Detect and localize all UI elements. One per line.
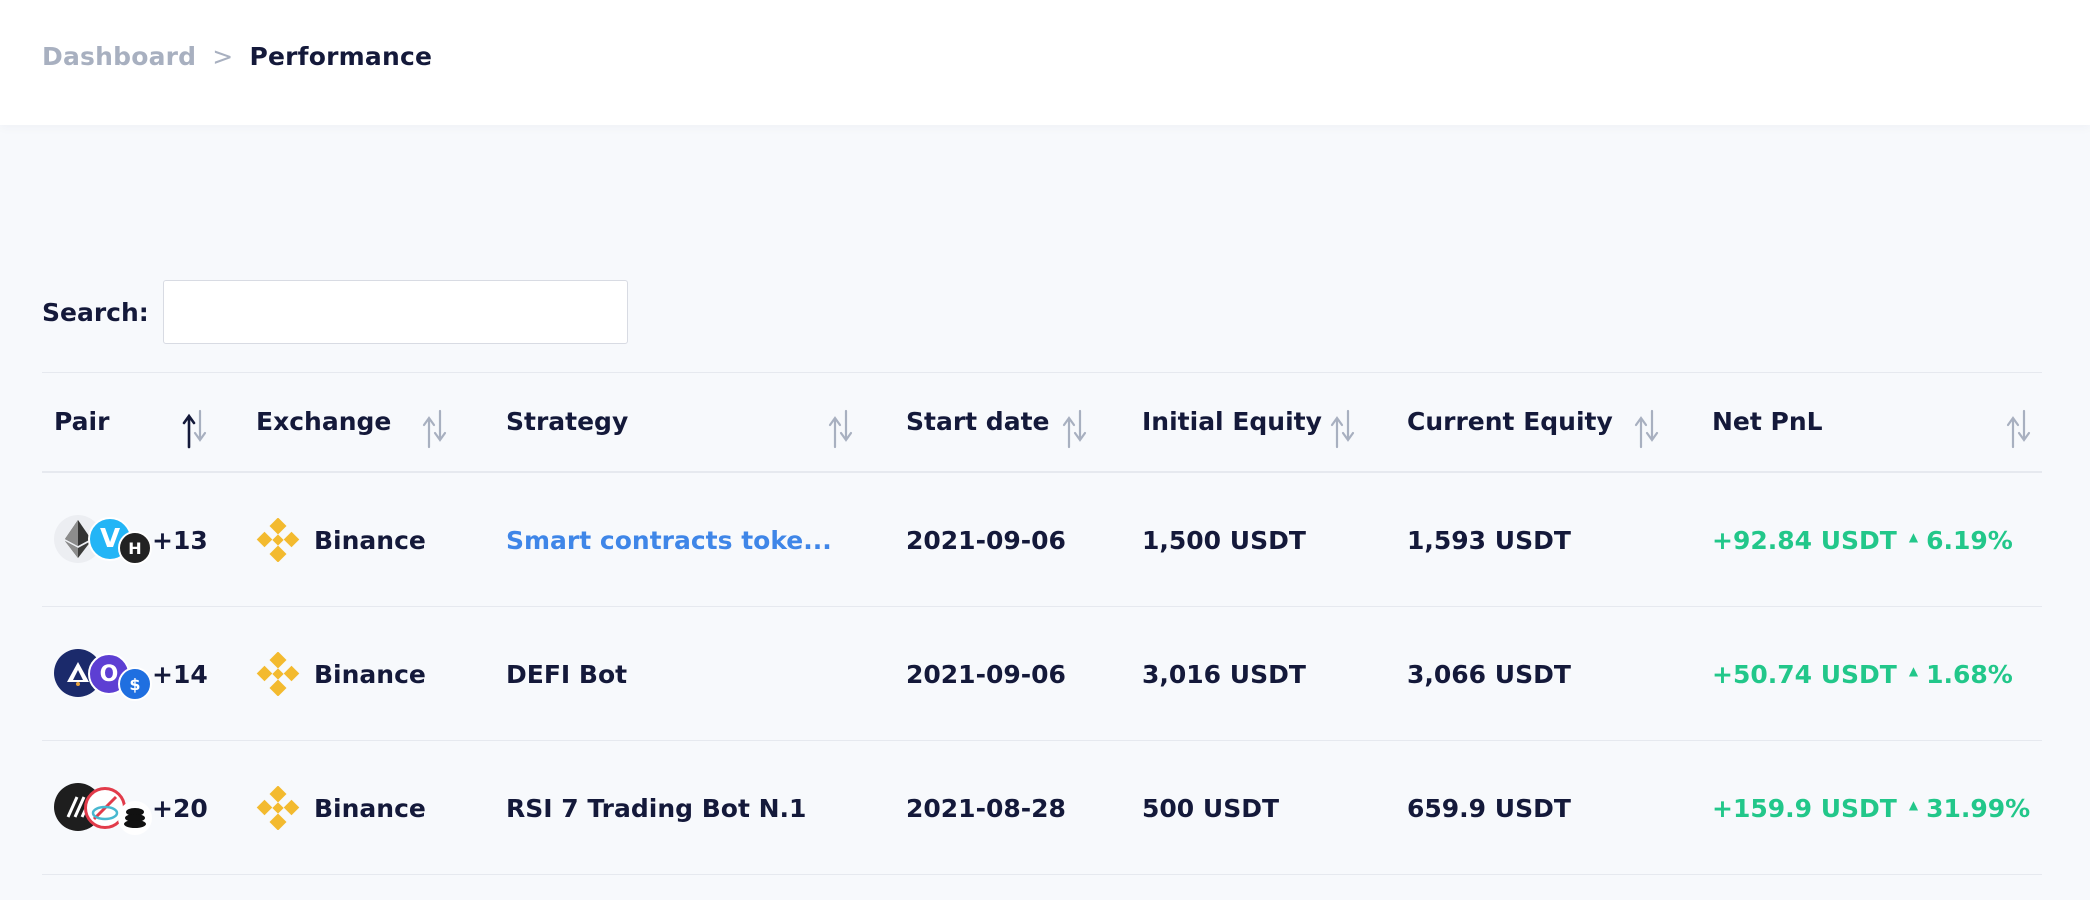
sort-ascending-icon bbox=[1634, 416, 1648, 449]
hedera-icon: H bbox=[118, 531, 152, 565]
pair-more-count: +14 bbox=[152, 659, 208, 689]
pnl-percent: 31.99% bbox=[1926, 793, 2031, 823]
pnl-value: +92.84 USDT bbox=[1712, 525, 1897, 555]
pair-icons: O $ bbox=[54, 647, 154, 701]
pnl-value: +159.9 USDT bbox=[1712, 793, 1897, 823]
caret-up-icon: ▲ bbox=[1908, 664, 1919, 678]
column-header-exchange[interactable]: Exchange bbox=[256, 373, 391, 473]
sort-ascending-icon bbox=[828, 416, 842, 449]
breadcrumb-separator: > bbox=[212, 42, 234, 71]
sort-descending-icon bbox=[839, 409, 853, 442]
start-date-cell: 2021-08-28 bbox=[906, 793, 1066, 823]
exchange-cell: Binance bbox=[256, 607, 426, 741]
pair-more-count: +13 bbox=[152, 525, 208, 555]
exchange-name: Binance bbox=[314, 659, 426, 689]
performance-table: Pair Exchange Strategy Start date Initia… bbox=[42, 372, 2042, 875]
column-header-start-date[interactable]: Start date bbox=[906, 373, 1049, 473]
sort-descending-icon bbox=[193, 409, 207, 442]
exchange-cell: Binance bbox=[256, 473, 426, 607]
start-date-cell: 2021-09-06 bbox=[906, 659, 1066, 689]
sort-descending-icon bbox=[2017, 409, 2031, 442]
sort-descending-icon bbox=[1073, 409, 1087, 442]
sort-net-pnl-button[interactable] bbox=[2004, 409, 2034, 449]
exchange-name: Binance bbox=[314, 793, 426, 823]
pnl-value: +50.74 USDT bbox=[1712, 659, 1897, 689]
pair-icons bbox=[54, 781, 154, 835]
start-date-cell: 2021-09-06 bbox=[906, 525, 1066, 555]
sort-ascending-icon bbox=[1330, 416, 1344, 449]
pair-cell: +20 bbox=[54, 741, 208, 875]
sort-pair-button[interactable] bbox=[180, 409, 210, 449]
binance-icon bbox=[256, 786, 300, 830]
binance-icon bbox=[256, 652, 300, 696]
strategy-link[interactable]: Smart contracts toke... bbox=[506, 526, 832, 555]
top-bar: Dashboard > Performance bbox=[0, 0, 2090, 125]
pair-more-count: +20 bbox=[152, 793, 208, 823]
strategy-cell: DEFI Bot bbox=[506, 659, 628, 689]
column-header-pair[interactable]: Pair bbox=[54, 373, 109, 473]
table-header: Pair Exchange Strategy Start date Initia… bbox=[42, 373, 2042, 473]
column-header-net-pnl[interactable]: Net PnL bbox=[1712, 373, 1823, 473]
current-equity-cell: 3,066 USDT bbox=[1407, 659, 1571, 689]
initial-equity-cell: 1,500 USDT bbox=[1142, 525, 1306, 555]
exchange-cell: Binance bbox=[256, 741, 426, 875]
breadcrumb: Dashboard > Performance bbox=[42, 42, 432, 71]
sort-descending-icon bbox=[1645, 409, 1659, 442]
search-label: Search: bbox=[42, 297, 149, 327]
initial-equity-cell: 500 USDT bbox=[1142, 793, 1279, 823]
breadcrumb-current-page: Performance bbox=[249, 42, 433, 71]
net-pnl-cell: +92.84 USDT ▲ 6.19% bbox=[1712, 473, 2013, 607]
caret-up-icon: ▲ bbox=[1908, 530, 1919, 544]
sort-ascending-icon bbox=[2006, 416, 2020, 449]
column-header-strategy[interactable]: Strategy bbox=[506, 373, 628, 473]
exchange-name: Binance bbox=[314, 525, 426, 555]
current-equity-cell: 1,593 USDT bbox=[1407, 525, 1571, 555]
breadcrumb-dashboard-link[interactable]: Dashboard bbox=[42, 42, 196, 71]
sort-ascending-active-icon bbox=[182, 413, 196, 449]
column-header-current-equity[interactable]: Current Equity bbox=[1407, 373, 1613, 473]
sort-initial-equity-button[interactable] bbox=[1328, 409, 1358, 449]
sort-descending-icon bbox=[433, 409, 447, 442]
table-row[interactable]: V H +13 Binance Smart contracts toke... … bbox=[42, 473, 2042, 607]
strategy-cell: RSI 7 Trading Bot N.1 bbox=[506, 793, 807, 823]
initial-equity-cell: 3,016 USDT bbox=[1142, 659, 1306, 689]
net-pnl-cell: +50.74 USDT ▲ 1.68% bbox=[1712, 607, 2013, 741]
table-row[interactable]: O $ +14 Binance DEFI Bot 2021-09-06 3,01… bbox=[42, 607, 2042, 741]
table-row[interactable]: +20 Binance RSI 7 Trading Bot N.1 2021-0… bbox=[42, 741, 2042, 875]
sort-strategy-button[interactable] bbox=[826, 409, 856, 449]
pnl-percent: 6.19% bbox=[1926, 525, 2013, 555]
sort-descending-icon bbox=[1341, 409, 1355, 442]
sort-exchange-button[interactable] bbox=[420, 409, 450, 449]
strategy-cell: Smart contracts toke... bbox=[506, 473, 832, 607]
pair-cell: O $ +14 bbox=[54, 607, 208, 741]
pair-icons: V H bbox=[54, 513, 154, 567]
current-equity-cell: 659.9 USDT bbox=[1407, 793, 1571, 823]
sort-start-date-button[interactable] bbox=[1060, 409, 1090, 449]
stack-icon bbox=[118, 801, 152, 835]
sort-ascending-icon bbox=[422, 416, 436, 449]
sort-current-equity-button[interactable] bbox=[1632, 409, 1662, 449]
caret-up-icon: ▲ bbox=[1908, 798, 1919, 812]
sort-ascending-icon bbox=[1062, 416, 1076, 449]
pnl-percent: 1.68% bbox=[1926, 659, 2013, 689]
search-input[interactable] bbox=[162, 280, 628, 344]
syscoin-icon: $ bbox=[118, 667, 152, 701]
pair-cell: V H +13 bbox=[54, 473, 208, 607]
search-bar: Search: bbox=[42, 280, 628, 344]
net-pnl-cell: +159.9 USDT ▲ 31.99% bbox=[1712, 741, 2030, 875]
column-header-initial-equity[interactable]: Initial Equity bbox=[1142, 373, 1322, 473]
binance-icon bbox=[256, 518, 300, 562]
